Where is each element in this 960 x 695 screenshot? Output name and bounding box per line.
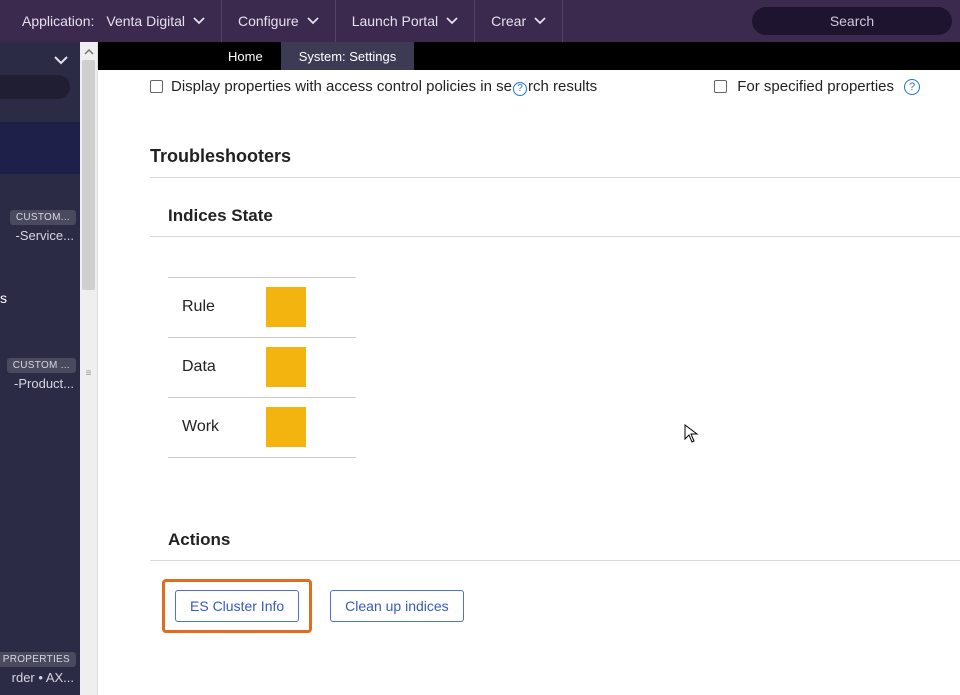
divider (150, 236, 960, 237)
menu-launch-label: Launch Portal (352, 13, 438, 29)
menu-create-label: Crear (491, 13, 526, 29)
application-name: Venta Digital (106, 13, 185, 29)
indices-state-table: Rule Data Work (168, 277, 356, 458)
clean-up-indices-button[interactable]: Clean up indices (330, 590, 464, 622)
indices-row-label: Data (182, 358, 226, 376)
tab-settings-label: System: Settings (299, 49, 397, 64)
help-icon[interactable]: ? (904, 79, 920, 95)
topbar: Application: Venta Digital Configure Lau… (0, 0, 960, 42)
indices-row-rule: Rule (168, 278, 356, 338)
sidebar-item-label: -Product... (0, 376, 76, 391)
sidebar-badge: CUSTOM ... (7, 358, 76, 373)
sidebar-pill (0, 75, 70, 99)
drag-handle-icon[interactable]: ≡ (80, 368, 97, 378)
scroll-thumb[interactable] (82, 60, 95, 290)
checkbox-display-acl-label: Display properties with access control p… (171, 78, 597, 96)
sidebar-item-properties[interactable]: PROPERTIES rder • AX... (0, 652, 76, 685)
help-icon[interactable]: ? (513, 82, 527, 96)
tab-home-label: Home (228, 49, 263, 64)
chevron-down-icon (307, 17, 319, 25)
sidebar-s-label: s (0, 290, 7, 306)
divider (150, 560, 960, 561)
checkbox-specified-props-group: For specified properties ? (714, 78, 920, 95)
sidebar-item-custom-service[interactable]: CUSTOM... -Service... (0, 210, 76, 243)
actions-buttons-row: ES Cluster Info Clean up indices (162, 579, 960, 633)
search-input[interactable]: Search (752, 7, 952, 35)
status-swatch (266, 347, 306, 387)
chevron-down-icon (446, 17, 458, 25)
application-label: Application: (22, 13, 98, 29)
chevron-down-icon (534, 17, 546, 25)
app-switcher[interactable]: Application: Venta Digital (6, 0, 222, 42)
main-content: Display properties with access control p… (98, 42, 960, 695)
tab-home[interactable]: Home (210, 42, 281, 70)
tab-system-settings[interactable]: System: Settings (281, 42, 415, 70)
sidebar-dark-band (0, 122, 80, 174)
label-part: rch results (528, 78, 597, 95)
menu-create[interactable]: Crear (475, 0, 563, 42)
actions-title: Actions (150, 502, 960, 560)
indices-row-label: Work (182, 418, 226, 436)
menu-configure-label: Configure (238, 13, 299, 29)
search-placeholder: Search (830, 13, 874, 29)
menu-configure[interactable]: Configure (222, 0, 336, 42)
sidebar: CUSTOM... -Service... s CUSTOM ... -Prod… (0, 42, 80, 695)
indices-row-data: Data (168, 338, 356, 398)
menu-launch-portal[interactable]: Launch Portal (336, 0, 475, 42)
checkbox-display-acl[interactable] (150, 80, 163, 93)
settings-checkbox-row: Display properties with access control p… (150, 78, 960, 146)
chevron-down-icon[interactable] (54, 54, 68, 68)
mouse-cursor-icon (684, 424, 700, 449)
vertical-scrollbar[interactable]: ≡ (80, 42, 98, 695)
checkbox-specified-props-label: For specified properties (737, 78, 894, 95)
label-part: Display properties with access control p… (171, 78, 512, 95)
sidebar-badge: CUSTOM... (10, 210, 76, 225)
tabstrip: Home System: Settings (98, 42, 960, 70)
indices-row-work: Work (168, 398, 356, 458)
status-swatch (266, 287, 306, 327)
highlight-annotation: ES Cluster Info (162, 579, 312, 633)
es-cluster-info-button[interactable]: ES Cluster Info (175, 590, 299, 622)
scroll-up-arrow-icon[interactable] (80, 44, 97, 60)
sidebar-item-custom-product[interactable]: CUSTOM ... -Product... (0, 358, 76, 391)
sidebar-item-label: rder • AX... (0, 670, 76, 685)
indices-row-label: Rule (182, 298, 226, 316)
indices-state-title: Indices State (150, 178, 960, 236)
chevron-down-icon (193, 17, 205, 25)
checkbox-specified-props[interactable] (714, 80, 727, 93)
sidebar-item-label: -Service... (0, 228, 76, 243)
sidebar-badge: PROPERTIES (0, 652, 76, 667)
status-swatch (266, 407, 306, 447)
section-title-troubleshooters: Troubleshooters (150, 146, 960, 177)
